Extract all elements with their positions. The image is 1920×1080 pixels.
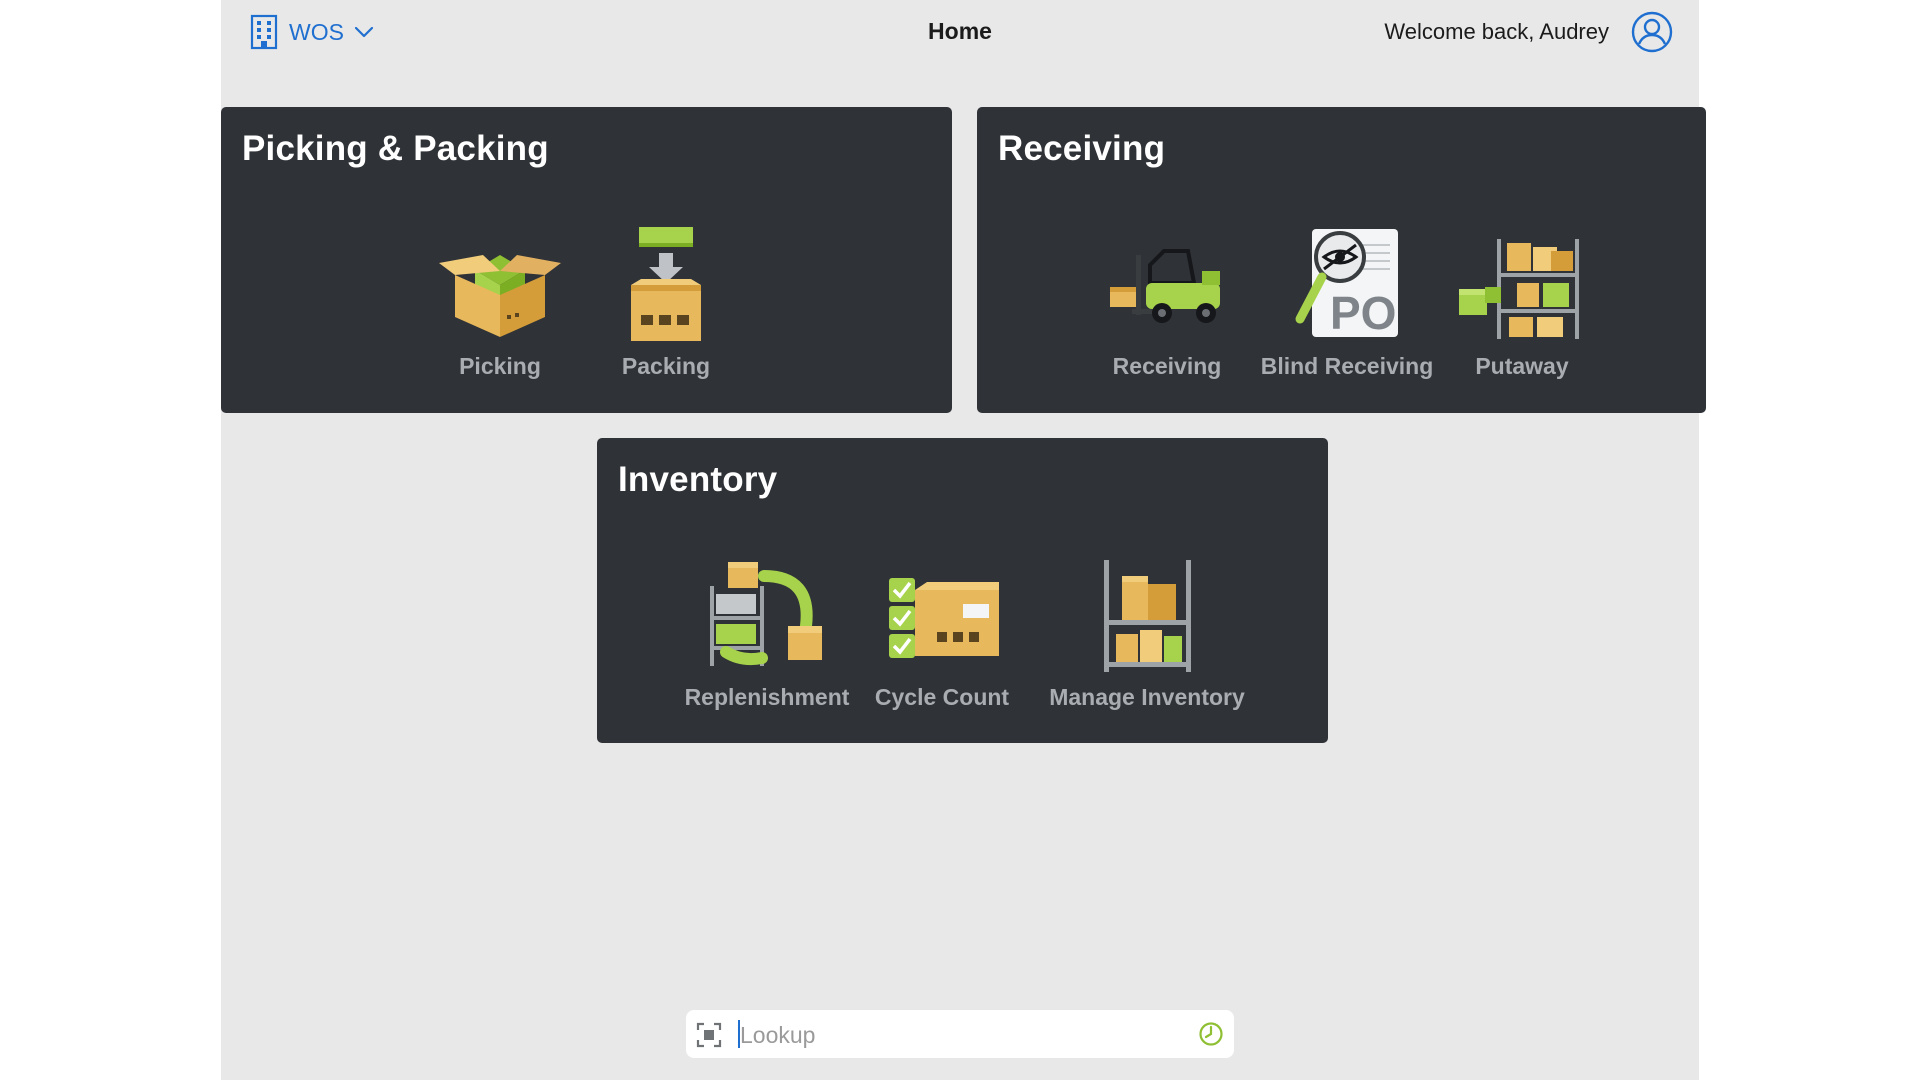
cycle-count-icon (889, 578, 999, 658)
scan-icon[interactable] (696, 1022, 722, 1048)
forklift-icon (1110, 249, 1220, 323)
receiving-tile[interactable]: Receiving (1097, 225, 1237, 380)
top-bar: WOS Home Welcome back, Audrey (221, 0, 1699, 64)
putaway-shelf-icon (1459, 239, 1579, 339)
replenishment-icon (710, 562, 822, 666)
tile-label: Replenishment (684, 684, 850, 710)
tile-label: Receiving (1112, 353, 1222, 379)
site-selector[interactable]: WOS (249, 14, 374, 50)
replenishment-tile[interactable]: Replenishment (677, 556, 857, 711)
tile-label: Manage Inventory (1049, 684, 1245, 710)
shelf-boxes-icon (1104, 560, 1191, 672)
packing-tile[interactable]: Packing (601, 225, 731, 380)
manage-inventory-tile[interactable]: Manage Inventory (1042, 556, 1252, 711)
tile-label: Cycle Count (874, 684, 1010, 710)
panel-title: Inventory (618, 460, 778, 499)
user-avatar-icon[interactable] (1631, 11, 1673, 53)
site-name: WOS (289, 18, 344, 45)
history-clock-icon[interactable] (1198, 1021, 1224, 1047)
picking-tile[interactable]: Picking (435, 225, 565, 380)
panel-title: Receiving (998, 129, 1166, 168)
putaway-tile[interactable]: Putaway (1457, 225, 1587, 380)
tile-label: Putaway (1475, 353, 1569, 379)
picking-packing-panel: Picking & Packing Picking Packing (221, 107, 952, 413)
text-caret (738, 1020, 740, 1048)
inventory-panel: Inventory Replenishment Cycle Count Mana… (597, 438, 1328, 743)
chevron-down-icon (354, 26, 374, 38)
tile-label: Blind Receiving (1260, 353, 1434, 379)
lookup-bar (686, 1010, 1234, 1058)
tile-label: Packing (621, 353, 711, 379)
building-icon (250, 14, 278, 50)
lookup-input[interactable] (738, 1016, 1162, 1054)
open-box-icon (439, 255, 561, 337)
app-window: WOS Home Welcome back, Audrey Picking & … (221, 0, 1706, 1080)
welcome-message: Welcome back, Audrey (1384, 19, 1609, 44)
tile-label: Picking (459, 353, 541, 379)
blind-receiving-tile[interactable]: PO Blind Receiving (1257, 225, 1437, 380)
panel-title: Picking & Packing (242, 129, 549, 168)
svg-text:PO: PO (1330, 287, 1396, 339)
receiving-panel: Receiving Receiving PO Blind Receiving P… (977, 107, 1706, 413)
packing-box-icon (631, 227, 701, 341)
blind-po-icon: PO (1295, 229, 1398, 339)
cycle-count-tile[interactable]: Cycle Count (867, 556, 1017, 711)
